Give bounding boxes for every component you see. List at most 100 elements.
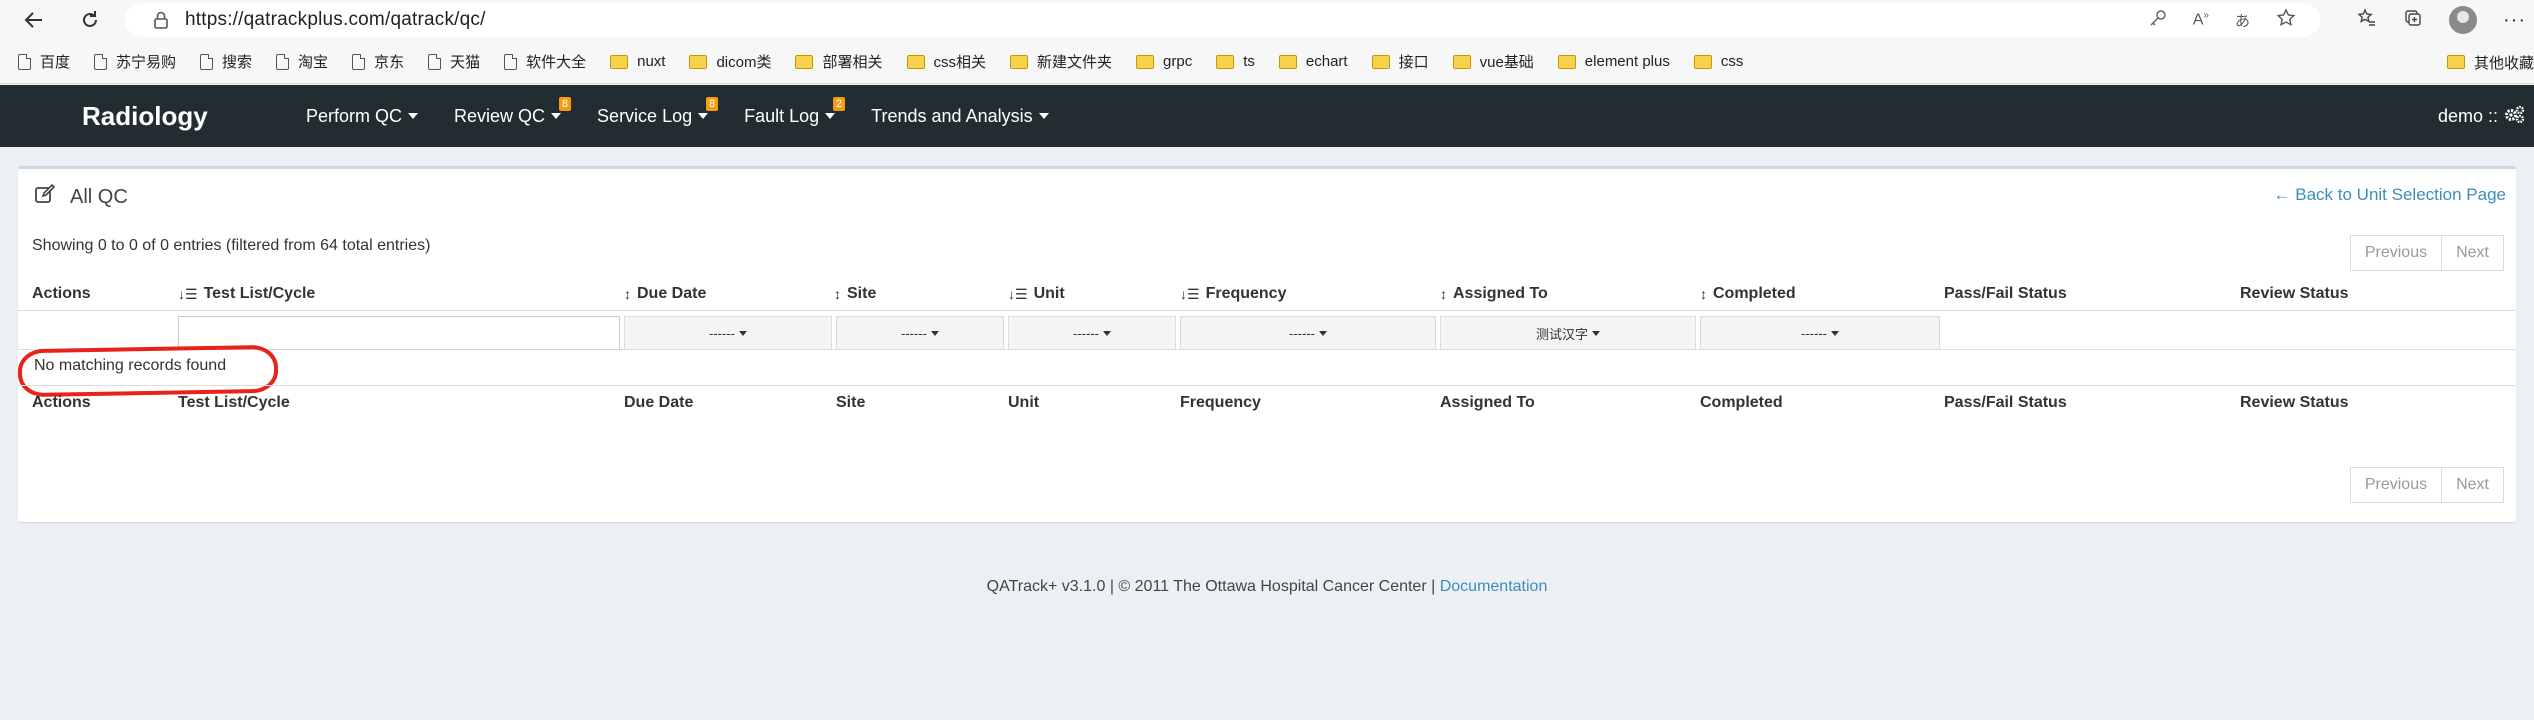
nav-service-log[interactable]: Service Log 8	[579, 85, 726, 147]
unit-filter[interactable]: ------	[1008, 316, 1176, 350]
page-footer: QATrack+ v3.1.0 | © 2011 The Ottawa Hosp…	[0, 578, 2534, 596]
column-header-assigned-to[interactable]: ↕ Assigned To	[1440, 278, 1548, 310]
footer-column-test-list: Test List/Cycle	[178, 394, 290, 411]
page-icon	[94, 53, 108, 70]
folder-icon	[610, 54, 629, 69]
edit-icon	[34, 183, 56, 211]
sort-amount-icon: ↓☰	[178, 285, 198, 302]
caret-down-icon	[738, 330, 747, 336]
folder-icon	[1278, 54, 1297, 69]
folder-icon	[906, 54, 925, 69]
bookmark-folder[interactable]: nuxt	[610, 53, 665, 70]
reload-icon[interactable]	[70, 0, 110, 40]
next-button[interactable]: Next	[2442, 467, 2504, 503]
previous-button[interactable]: Previous	[2349, 235, 2443, 271]
translate-icon[interactable]: あ	[2235, 10, 2250, 31]
column-header-pass-fail: Pass/Fail Status	[1944, 285, 2067, 302]
bookmark-item[interactable]: 天猫	[428, 51, 480, 72]
filter-row: ------ ------ ------ ------ 测试汉字 ------	[18, 310, 2516, 350]
folder-icon	[1371, 54, 1390, 69]
read-aloud-icon[interactable]: A»	[2193, 10, 2209, 29]
app-navbar: Radiology Perform QC Review QC 8 Service…	[0, 85, 2534, 147]
collections-icon[interactable]	[2403, 8, 2423, 33]
documentation-link[interactable]: Documentation	[1440, 578, 1548, 595]
completed-filter[interactable]: ------	[1700, 316, 1940, 350]
bookmark-folder[interactable]: grpc	[1136, 53, 1192, 70]
brand-logo[interactable]: Radiology	[0, 85, 288, 147]
bookmark-item[interactable]: 搜索	[200, 51, 252, 72]
footer-text: QATrack+ v3.1.0 | © 2011 The Ottawa Hosp…	[986, 578, 1436, 595]
nav-review-qc[interactable]: Review QC 8	[436, 85, 579, 147]
bookmarks-bar: 百度 苏宁易购 搜索 淘宝 京东 天猫 软件大全 nuxt dicom类 部署相…	[0, 40, 2534, 84]
footer-column-frequency: Frequency	[1180, 394, 1261, 411]
box-title: All QC	[34, 183, 128, 211]
bookmark-folder[interactable]: dicom类	[689, 51, 771, 72]
bookmark-item[interactable]: 百度	[18, 51, 70, 72]
sort-icon: ↕	[1440, 286, 1447, 302]
sort-icon: ↕	[834, 286, 841, 302]
back-to-unit-selection-link[interactable]: ← Back to Unit Selection Page	[2274, 185, 2506, 205]
caret-down-icon	[1830, 330, 1839, 336]
bookmark-folder[interactable]: echart	[1278, 53, 1348, 70]
more-icon[interactable]: ···	[2503, 9, 2526, 32]
bookmark-folder[interactable]: vue基础	[1452, 51, 1534, 72]
previous-button[interactable]: Previous	[2349, 467, 2443, 503]
column-header-test-list[interactable]: ↓☰ Test List/Cycle	[178, 278, 315, 310]
footer-column-assigned-to: Assigned To	[1440, 394, 1535, 411]
bookmark-item[interactable]: 软件大全	[504, 51, 586, 72]
folder-icon	[2446, 55, 2465, 69]
due-date-filter[interactable]: ------	[624, 316, 832, 350]
column-header-unit[interactable]: ↓☰ Unit	[1008, 278, 1065, 310]
bookmark-folder[interactable]: ts	[1216, 53, 1255, 70]
frequency-filter[interactable]: ------	[1180, 316, 1436, 350]
bookmark-folder[interactable]: element plus	[1557, 53, 1670, 70]
user-menu[interactable]: demo ::	[2438, 85, 2526, 147]
bookmark-folder[interactable]: 部署相关	[795, 51, 883, 72]
folder-icon	[1693, 54, 1712, 69]
footer-column-due-date: Due Date	[624, 394, 694, 411]
site-filter[interactable]: ------	[836, 316, 1004, 350]
bookmark-item[interactable]: 淘宝	[276, 51, 328, 72]
column-header-review-status: Review Status	[2240, 285, 2349, 302]
nav-fault-log[interactable]: Fault Log 2	[726, 85, 853, 147]
column-header-completed[interactable]: ↕ Completed	[1700, 278, 1796, 310]
pagination-bottom: Previous Next	[2349, 467, 2504, 503]
address-bar[interactable]: https://qatrackplus.com/qatrack/qc/ A» あ	[125, 3, 2320, 37]
nav-trends-analysis[interactable]: Trends and Analysis	[853, 85, 1066, 147]
bookmark-folder[interactable]: css	[1693, 53, 1743, 70]
assigned-to-filter[interactable]: 测试汉字	[1440, 316, 1696, 350]
folder-icon	[1136, 54, 1155, 69]
footer-column-unit: Unit	[1008, 394, 1040, 411]
nav-perform-qc[interactable]: Perform QC	[288, 85, 436, 147]
caret-down-icon	[1038, 113, 1049, 119]
bookmark-folder[interactable]: 新建文件夹	[1010, 51, 1112, 72]
sort-icon: ↕	[1700, 286, 1707, 302]
other-bookmarks[interactable]: 其他收藏	[2446, 40, 2534, 84]
footer-column-pass-fail: Pass/Fail Status	[1944, 394, 2067, 411]
next-button[interactable]: Next	[2442, 235, 2504, 271]
key-icon[interactable]	[2149, 9, 2167, 32]
profile-avatar-icon[interactable]	[2449, 6, 2478, 34]
lock-icon[interactable]	[143, 11, 179, 29]
bookmark-item[interactable]: 苏宁易购	[94, 51, 176, 72]
footer-column-review-status: Review Status	[2240, 394, 2349, 411]
notification-badge: 8	[558, 97, 572, 111]
url-text[interactable]: https://qatrackplus.com/qatrack/qc/	[185, 9, 486, 31]
bookmark-item[interactable]: 京东	[352, 51, 404, 72]
back-arrow-icon[interactable]	[14, 0, 54, 40]
favorite-icon[interactable]	[2276, 7, 2296, 33]
column-header-site[interactable]: ↕ Site	[834, 278, 876, 310]
column-header-due-date[interactable]: ↕ Due Date	[624, 278, 706, 310]
column-header-frequency[interactable]: ↓☰ Frequency	[1180, 278, 1286, 310]
favorites-icon[interactable]	[2357, 7, 2377, 33]
page-icon	[200, 53, 214, 70]
bookmark-folder[interactable]: 接口	[1371, 51, 1429, 72]
folder-icon	[795, 54, 814, 69]
table-info: Showing 0 to 0 of 0 entries (filtered fr…	[32, 237, 431, 254]
bookmark-folder[interactable]: css相关	[906, 51, 986, 72]
notification-badge: 2	[833, 97, 846, 111]
caret-down-icon	[698, 113, 709, 119]
folder-icon	[1216, 54, 1235, 69]
footer-column-completed: Completed	[1700, 394, 1783, 411]
gears-icon	[2504, 105, 2526, 128]
